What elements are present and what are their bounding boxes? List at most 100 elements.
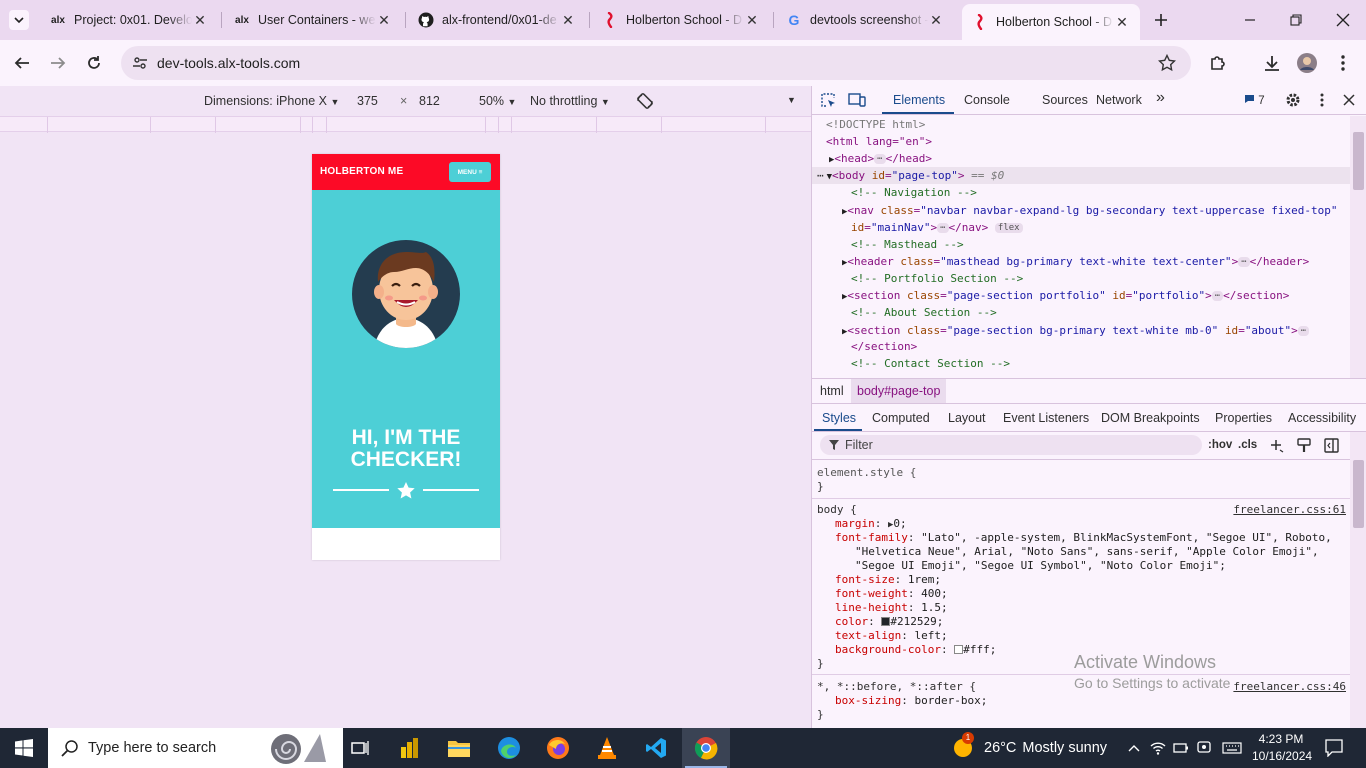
dom-node-head[interactable]: ▶<head> ⋯ </head> [812, 150, 1352, 167]
ellipsis-badge[interactable]: ⋯ [1297, 326, 1310, 336]
breadcrumb-body[interactable]: body#page-top [851, 379, 947, 403]
dom-node-section-portfolio[interactable]: ▶<section class="page-section portfolio"… [812, 287, 1352, 304]
dom-node-nav[interactable]: ▶<nav class="navbar navbar-expand-lg bg-… [812, 202, 1352, 219]
devtools-tab-sources[interactable]: Sources [1042, 93, 1088, 107]
clock[interactable]: 4:23 PM 10/16/2024 [1252, 731, 1312, 765]
taskbar-app-firefox[interactable] [544, 734, 572, 762]
css-prop-font-family[interactable]: font-family: "Lato", -apple-system, Blin… [835, 531, 1332, 545]
dom-comment[interactable]: <!-- About Section --> [812, 304, 1352, 321]
restore-window-button[interactable] [1286, 10, 1306, 30]
close-tab-icon[interactable]: ✕ [192, 12, 208, 29]
dom-comment[interactable]: <!-- Contact Section --> [812, 355, 1352, 372]
scrollbar-thumb[interactable] [1353, 132, 1364, 190]
taskbar-app-vlc[interactable] [593, 734, 621, 762]
universal-rule-source-link[interactable]: freelancer.css:46 [1233, 680, 1346, 694]
devtools-kebab-icon[interactable] [1320, 93, 1324, 110]
ellipsis-badge[interactable]: ⋯ [1238, 257, 1250, 267]
site-info-icon[interactable] [132, 55, 148, 74]
throttling-dropdown[interactable]: No throttling ▼ [530, 94, 610, 108]
universal-rule-selector[interactable]: *, *::before, *::after { [817, 680, 976, 694]
element-style-selector[interactable]: element.style { [817, 466, 916, 480]
cls-toggle[interactable]: .cls [1238, 439, 1257, 451]
taskbar-app-file-explorer[interactable] [445, 734, 473, 762]
browser-tab[interactable]: G devtools screenshot - ✕ [776, 5, 954, 35]
browser-tab[interactable]: alx Project: 0x01. Develop ✕ [40, 5, 218, 35]
browser-tab-active[interactable]: Holberton School - D ✕ [962, 4, 1140, 40]
downloads-button[interactable] [1262, 53, 1282, 73]
body-rule-source-link[interactable]: freelancer.css:61 [1233, 503, 1346, 517]
dom-node-section-about[interactable]: ▶<section class="page-section bg-primary… [812, 322, 1352, 339]
rotate-device-icon[interactable] [636, 92, 654, 113]
device-options-caret-icon[interactable]: ▼ [787, 95, 796, 105]
profile-avatar[interactable] [1297, 53, 1317, 73]
height-input[interactable]: 812 [419, 94, 440, 108]
color-swatch[interactable] [954, 645, 964, 654]
subtab-styles[interactable]: Styles [822, 411, 856, 425]
dom-node-doctype[interactable]: <!DOCTYPE html> [812, 116, 1352, 133]
close-tab-icon[interactable]: ✕ [376, 12, 392, 29]
devtools-tab-console[interactable]: Console [964, 93, 1010, 107]
browser-menu-button[interactable] [1333, 53, 1353, 73]
css-prop-line-height[interactable]: line-height: 1.5; [835, 601, 948, 615]
dom-comment[interactable]: <!-- Masthead --> [812, 236, 1352, 253]
more-tabs-button[interactable]: » [1156, 89, 1165, 107]
subtab-computed[interactable]: Computed [872, 411, 930, 425]
taskbar-app-edge[interactable] [495, 734, 523, 762]
taskbar-app-vscode[interactable] [642, 734, 670, 762]
hov-toggle[interactable]: :hov [1208, 439, 1232, 451]
css-prop-text-align[interactable]: text-align: left; [835, 629, 948, 643]
meet-now-icon[interactable] [1191, 734, 1219, 762]
address-bar[interactable]: dev-tools.alx-tools.com [121, 46, 1191, 80]
subtab-event-listeners[interactable]: Event Listeners [1003, 411, 1089, 425]
subtab-dom-breakpoints[interactable]: DOM Breakpoints [1101, 411, 1200, 425]
dom-comment[interactable]: <!-- Portfolio Section --> [812, 270, 1352, 287]
taskbar-app-chrome-active[interactable] [692, 734, 720, 762]
issues-badge[interactable]: 7 [1244, 94, 1265, 107]
notifications-button[interactable] [1320, 734, 1348, 762]
css-prop-background-color[interactable]: background-color: #fff; [835, 643, 996, 657]
subtab-accessibility[interactable]: Accessibility [1288, 411, 1356, 425]
css-prop-color[interactable]: color: #212529; [835, 615, 943, 629]
body-rule-selector[interactable]: body { [817, 503, 857, 517]
flex-badge[interactable]: flex [994, 223, 1023, 233]
ellipsis-badge[interactable]: ⋯ [1211, 291, 1224, 301]
devtools-tab-elements[interactable]: Elements [893, 93, 945, 107]
breadcrumb-html[interactable]: html [820, 384, 844, 398]
dom-scrollbar[interactable] [1350, 116, 1366, 378]
close-tab-icon[interactable]: ✕ [1114, 14, 1130, 31]
scrollbar-thumb[interactable] [1353, 460, 1364, 528]
styles-scrollbar[interactable] [1350, 432, 1366, 728]
inspect-element-icon[interactable] [820, 92, 836, 111]
dom-node-body-selected[interactable]: ⋯ ▼<body id="page-top"> == $0 [812, 167, 1352, 184]
ellipsis-badge[interactable]: ⋯ [937, 223, 949, 233]
css-prop-font-size[interactable]: font-size: 1rem; [835, 573, 941, 587]
css-prop-font-weight[interactable]: font-weight: 400; [835, 587, 948, 601]
weather-widget[interactable]: 1 26°C Mostly sunny [952, 732, 1112, 762]
close-tab-icon[interactable]: ✕ [560, 12, 576, 29]
close-tab-icon[interactable]: ✕ [744, 12, 760, 29]
bookmark-star-icon[interactable] [1157, 53, 1177, 75]
dom-comment[interactable]: <!-- Navigation --> [812, 184, 1352, 201]
dom-node-html[interactable]: <html lang="en"> [812, 133, 1352, 150]
reload-button[interactable] [84, 53, 104, 73]
task-view-button[interactable] [346, 734, 374, 762]
node-actions-ellipsis[interactable]: ⋯ [817, 169, 824, 182]
width-input[interactable]: 375 [357, 94, 378, 108]
subtab-properties[interactable]: Properties [1215, 411, 1272, 425]
browser-tab[interactable]: alx User Containers - wel ✕ [224, 5, 402, 35]
start-button[interactable] [10, 734, 38, 762]
dom-node-nav-cont[interactable]: id="mainNav"> ⋯ </nav> flex [812, 219, 1352, 236]
styles-filter-input[interactable]: Filter [820, 435, 1202, 455]
back-button[interactable] [12, 53, 32, 73]
css-prop-margin[interactable]: margin: ▶0; [835, 517, 907, 532]
url-text[interactable]: dev-tools.alx-tools.com [157, 55, 300, 71]
new-tab-button[interactable] [1151, 10, 1171, 30]
subtab-layout[interactable]: Layout [948, 411, 986, 425]
css-prop-box-sizing[interactable]: box-sizing: border-box; [835, 694, 987, 708]
site-menu-button[interactable]: MENU ≡ [449, 162, 491, 182]
extensions-button[interactable] [1208, 53, 1228, 73]
toggle-sidebar-icon[interactable] [1324, 438, 1339, 456]
browser-tab[interactable]: Holberton School - D ✕ [592, 5, 770, 35]
keyboard-layout-icon[interactable] [1218, 734, 1246, 762]
close-tab-icon[interactable]: ✕ [928, 12, 944, 29]
